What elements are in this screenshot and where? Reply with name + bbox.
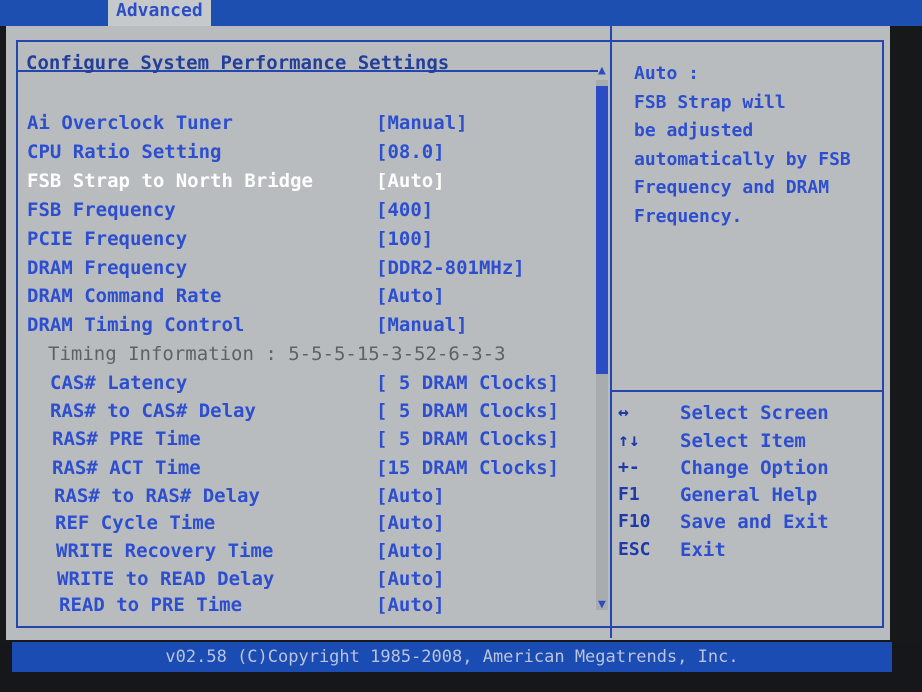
setting-label: DRAM Timing Control xyxy=(27,314,245,336)
setting-row-dram-command-rate[interactable]: DRAM Command Rate [Auto] xyxy=(0,285,590,313)
setting-row-ras-to-ras-delay[interactable]: RAS# to RAS# Delay [Auto] xyxy=(0,485,590,513)
setting-value[interactable]: [100] xyxy=(376,228,433,250)
setting-row-ref-cycle-time[interactable]: REF Cycle Time [Auto] xyxy=(0,512,590,540)
menu-bar: Advanced xyxy=(0,0,922,26)
scrollbar[interactable] xyxy=(596,80,608,610)
setting-label: DRAM Command Rate xyxy=(27,285,222,307)
setting-value[interactable]: [Auto] xyxy=(376,568,445,590)
setting-row-read-to-pre-time[interactable]: READ to PRE Time [Auto] xyxy=(0,594,590,622)
key-label: F10 xyxy=(618,511,651,532)
scroll-down-icon[interactable]: ▼ xyxy=(598,598,606,611)
setting-value[interactable]: [Auto] xyxy=(376,485,445,507)
help-line: Frequency. xyxy=(634,205,743,227)
key-description: Select Screen xyxy=(680,402,829,424)
scroll-up-icon[interactable]: ▲ xyxy=(598,64,606,77)
setting-row-ai-overclock-tuner[interactable]: Ai Overclock Tuner [Manual] xyxy=(0,112,590,140)
setting-value[interactable]: [Auto] xyxy=(376,170,445,192)
setting-row-dram-frequency[interactable]: DRAM Frequency [DDR2-801MHz] xyxy=(0,257,590,285)
setting-row-fsb-frequency[interactable]: FSB Frequency [400] xyxy=(0,199,590,227)
key-legend-item: ESC Exit xyxy=(618,539,878,565)
setting-value[interactable]: [Auto] xyxy=(376,594,445,616)
key-description: Save and Exit xyxy=(680,511,829,533)
setting-row-fsb-strap-to-north-bridge[interactable]: FSB Strap to North Bridge [Auto] xyxy=(0,170,590,198)
help-line: Auto : xyxy=(634,63,700,84)
left-right-arrow-icon: ↔ xyxy=(618,402,629,423)
setting-value[interactable]: [ 5 DRAM Clocks] xyxy=(376,400,559,422)
footer-bar: v02.58 (C)Copyright 1985-2008, American … xyxy=(12,642,892,672)
help-panel: Auto : FSB Strap will be adjusted automa… xyxy=(634,60,874,231)
key-legend-item: ↔ Select Screen xyxy=(618,402,878,428)
help-line: automatically by FSB xyxy=(634,148,851,170)
setting-label: Timing Information : 5-5-5-15-3-52-6-3-3 xyxy=(48,343,506,365)
setting-row-pcie-frequency[interactable]: PCIE Frequency [100] xyxy=(0,228,590,256)
help-line: FSB Strap will xyxy=(634,91,786,113)
setting-value[interactable]: [ 5 DRAM Clocks] xyxy=(376,428,559,450)
setting-value[interactable]: [Auto] xyxy=(376,512,445,534)
setting-row-ras-to-cas-delay[interactable]: RAS# to CAS# Delay [ 5 DRAM Clocks] xyxy=(0,400,590,428)
key-legend-item: F10 Save and Exit xyxy=(618,511,878,537)
copyright-text: v02.58 (C)Copyright 1985-2008, American … xyxy=(165,647,739,667)
setting-row-cas-latency[interactable]: CAS# Latency [ 5 DRAM Clocks] xyxy=(0,372,590,400)
scroll-thumb[interactable] xyxy=(596,86,608,374)
key-legend-item: ↑↓ Select Item xyxy=(618,430,878,456)
setting-value[interactable]: [400] xyxy=(376,199,433,221)
setting-value[interactable]: [08.0] xyxy=(376,141,445,163)
setting-value[interactable]: [ 5 DRAM Clocks] xyxy=(376,372,559,394)
setting-label: PCIE Frequency xyxy=(27,228,188,250)
help-line: be adjusted xyxy=(634,120,754,141)
key-label: F1 xyxy=(618,484,640,505)
setting-row-timing-information: Timing Information : 5-5-5-15-3-52-6-3-3 xyxy=(0,343,590,371)
setting-label: WRITE to READ Delay xyxy=(57,568,275,590)
key-legend-item: F1 General Help xyxy=(618,484,878,510)
setting-value[interactable]: [Auto] xyxy=(376,285,445,307)
setting-label: RAS# to RAS# Delay xyxy=(54,485,260,507)
setting-label: READ to PRE Time xyxy=(59,594,243,616)
help-line: Frequency and DRAM xyxy=(634,177,830,198)
setting-value[interactable]: [Manual] xyxy=(376,112,468,134)
plus-minus-icon: +- xyxy=(618,457,640,478)
setting-label: Ai Overclock Tuner xyxy=(27,112,233,134)
setting-label: CPU Ratio Setting xyxy=(27,141,222,163)
setting-label: RAS# PRE Time xyxy=(52,428,201,450)
setting-label: CAS# Latency xyxy=(50,372,188,394)
up-down-arrow-icon: ↑↓ xyxy=(618,430,640,451)
key-description: Exit xyxy=(680,539,726,561)
setting-label: FSB Strap to North Bridge xyxy=(27,170,313,192)
page-title: Configure System Performance Settings xyxy=(26,52,450,74)
setting-value[interactable]: [DDR2-801MHz] xyxy=(376,257,525,279)
key-description: Select Item xyxy=(680,430,806,452)
key-description: General Help xyxy=(680,484,818,506)
setting-value[interactable]: [15 DRAM Clocks] xyxy=(376,457,559,479)
setting-value[interactable]: [Auto] xyxy=(376,540,445,562)
panel-divider xyxy=(610,26,612,638)
setting-row-cpu-ratio-setting[interactable]: CPU Ratio Setting [08.0] xyxy=(0,141,590,169)
setting-row-write-to-read-delay[interactable]: WRITE to READ Delay [Auto] xyxy=(0,568,590,596)
key-description: Change Option xyxy=(680,457,829,479)
setting-label: RAS# ACT Time xyxy=(52,457,201,479)
key-legend-item: +- Change Option xyxy=(618,457,878,483)
setting-row-ras-pre-time[interactable]: RAS# PRE Time [ 5 DRAM Clocks] xyxy=(0,428,590,456)
setting-label: RAS# to CAS# Delay xyxy=(50,400,256,422)
setting-value[interactable]: [Manual] xyxy=(376,314,468,336)
footer: v02.58 (C)Copyright 1985-2008, American … xyxy=(0,642,922,692)
bios-screen: Advanced Configure System Performance Se… xyxy=(0,0,922,692)
setting-label: REF Cycle Time xyxy=(55,512,216,534)
setting-label: WRITE Recovery Time xyxy=(56,540,274,562)
help-divider xyxy=(612,390,882,392)
setting-label: FSB Frequency xyxy=(27,199,176,221)
setting-label: DRAM Frequency xyxy=(27,257,188,279)
setting-row-write-recovery-time[interactable]: WRITE Recovery Time [Auto] xyxy=(0,540,590,568)
setting-row-ras-act-time[interactable]: RAS# ACT Time [15 DRAM Clocks] xyxy=(0,457,590,485)
tab-advanced[interactable]: Advanced xyxy=(108,0,211,26)
setting-row-dram-timing-control[interactable]: DRAM Timing Control [Manual] xyxy=(0,314,590,342)
key-label: ESC xyxy=(618,539,651,560)
